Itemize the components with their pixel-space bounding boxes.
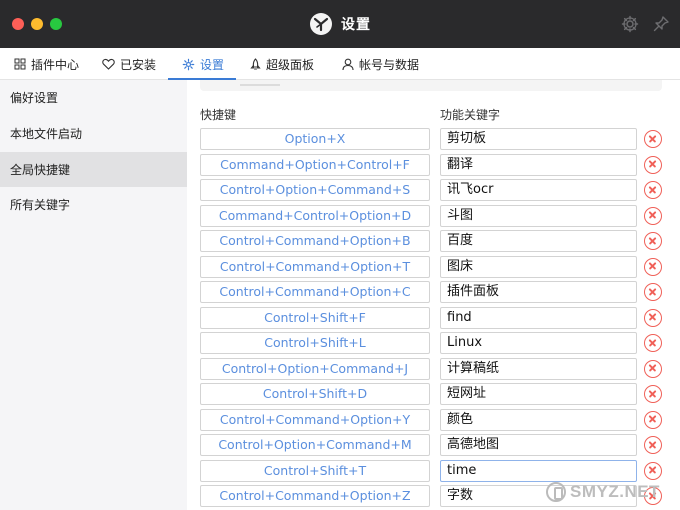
sidebar-item-preferences[interactable]: 偏好设置 bbox=[0, 80, 187, 115]
table-row: Control+Shift+F find bbox=[200, 306, 670, 329]
keyword-input[interactable]: 翻译 bbox=[440, 153, 637, 176]
shortcut-input[interactable]: Command+Option+Control+F bbox=[200, 153, 430, 176]
table-row: Control+Shift+D 短网址 bbox=[200, 383, 670, 405]
keyword-input[interactable]: find bbox=[440, 306, 637, 329]
window-title: 设置 bbox=[341, 17, 371, 33]
sidebar-item-local-file-launch[interactable]: 本地文件启动 bbox=[0, 116, 187, 151]
pin-icon[interactable] bbox=[651, 14, 671, 34]
delete-row-button[interactable] bbox=[644, 283, 662, 301]
shortcut-input[interactable]: Control+Shift+L bbox=[200, 332, 430, 354]
delete-row-button[interactable] bbox=[644, 130, 662, 148]
tab-label: 已安装 bbox=[120, 57, 157, 72]
delete-row-button[interactable] bbox=[644, 232, 662, 250]
table-row: Control+Command+Option+B 百度 bbox=[200, 230, 670, 252]
rocket-icon bbox=[250, 57, 261, 70]
tab-label: 插件中心 bbox=[31, 57, 80, 72]
keyword-input[interactable]: Linux bbox=[440, 332, 637, 354]
keyword-input[interactable]: 剪切板 bbox=[440, 128, 637, 150]
shortcut-input[interactable]: Command+Control+Option+D bbox=[200, 204, 430, 227]
delete-row-button[interactable] bbox=[644, 410, 662, 429]
sidebar-item-label: 全局快捷键 bbox=[10, 163, 71, 177]
watermark: SMYZ.NET bbox=[546, 478, 676, 506]
table-row: Command+Option+Control+F 翻译 bbox=[200, 153, 670, 176]
shortcut-input[interactable]: Control+Option+Command+J bbox=[200, 357, 430, 380]
tab-plugin-center[interactable]: 插件中心 bbox=[14, 48, 79, 80]
keyword-input[interactable]: 插件面板 bbox=[440, 281, 637, 303]
sidebar-item-label: 所有关键字 bbox=[10, 198, 71, 212]
title-bar: 设置 bbox=[0, 0, 680, 48]
shortcut-input[interactable]: Control+Command+Option+C bbox=[200, 281, 430, 303]
keyword-input[interactable]: 图床 bbox=[440, 255, 637, 278]
table-row: Control+Command+Option+C 插件面板 bbox=[200, 281, 670, 303]
minimize-window-button[interactable] bbox=[31, 18, 43, 30]
keyword-input[interactable]: 斗图 bbox=[440, 204, 637, 227]
shortcut-input[interactable]: Control+Command+Option+Z bbox=[200, 485, 430, 507]
sidebar: 偏好设置 本地文件启动 全局快捷键 所有关键字 bbox=[0, 80, 187, 510]
app-logo-icon bbox=[310, 13, 332, 35]
grid-icon bbox=[14, 58, 26, 70]
sidebar-item-global-shortcuts[interactable]: 全局快捷键 bbox=[0, 152, 187, 187]
heart-icon bbox=[102, 58, 115, 70]
shortcut-input[interactable]: Option+X bbox=[200, 128, 430, 150]
shortcut-input[interactable]: Control+Command+Option+B bbox=[200, 230, 430, 252]
delete-row-button[interactable] bbox=[644, 334, 662, 352]
close-window-button[interactable] bbox=[12, 18, 24, 30]
table-row: Control+Command+Option+T 图床 bbox=[200, 255, 670, 278]
table-row: Command+Control+Option+D 斗图 bbox=[200, 204, 670, 227]
tab-settings[interactable]: 设置 bbox=[182, 48, 224, 80]
keyword-input[interactable]: 颜色 bbox=[440, 408, 637, 431]
shortcut-input[interactable]: Control+Option+Command+S bbox=[200, 179, 430, 201]
table-row: Control+Shift+L Linux bbox=[200, 332, 670, 354]
table-row: Control+Option+Command+S 讯飞ocr bbox=[200, 179, 670, 201]
delete-row-button[interactable] bbox=[644, 436, 662, 454]
tab-super-panel[interactable]: 超级面板 bbox=[250, 48, 314, 80]
keyword-input[interactable]: 讯飞ocr bbox=[440, 179, 637, 201]
delete-row-button[interactable] bbox=[644, 308, 662, 327]
scrolled-header-remnant bbox=[240, 84, 280, 86]
sidebar-item-label: 偏好设置 bbox=[10, 91, 59, 105]
delete-row-button[interactable] bbox=[644, 257, 662, 276]
watermark-text: SMYZ.NET bbox=[570, 482, 660, 501]
keyword-input[interactable]: 短网址 bbox=[440, 383, 637, 405]
watermark-logo-icon bbox=[546, 482, 566, 502]
sidebar-item-all-keywords[interactable]: 所有关键字 bbox=[0, 187, 187, 222]
column-header-keyword: 功能关键字 bbox=[440, 108, 501, 122]
shortcut-input[interactable]: Control+Command+Option+T bbox=[200, 255, 430, 278]
delete-row-button[interactable] bbox=[644, 385, 662, 403]
zoom-window-button[interactable] bbox=[50, 18, 62, 30]
table-row: Control+Option+Command+J 计算稿纸 bbox=[200, 357, 670, 380]
keyword-input[interactable]: 高德地图 bbox=[440, 434, 637, 456]
keyword-input[interactable]: 百度 bbox=[440, 230, 637, 252]
shortcut-input[interactable]: Control+Shift+F bbox=[200, 306, 430, 329]
delete-row-button[interactable] bbox=[644, 461, 662, 480]
tab-label: 帐号与数据 bbox=[359, 57, 420, 72]
delete-row-button[interactable] bbox=[644, 206, 662, 225]
table-row: Control+Command+Option+Y 颜色 bbox=[200, 408, 670, 431]
shortcut-input[interactable]: Control+Option+Command+M bbox=[200, 434, 430, 456]
gear-icon bbox=[182, 58, 195, 70]
tab-account-data[interactable]: 帐号与数据 bbox=[342, 48, 419, 80]
sidebar-item-label: 本地文件启动 bbox=[10, 127, 83, 141]
delete-row-button[interactable] bbox=[644, 155, 662, 174]
shortcut-input[interactable]: Control+Shift+D bbox=[200, 383, 430, 405]
column-header-shortcut: 快捷键 bbox=[200, 108, 237, 122]
delete-row-button[interactable] bbox=[644, 181, 662, 199]
delete-row-button[interactable] bbox=[644, 359, 662, 378]
app-window: 设置 插件中心 已安装 设置 超级面板 帐号与数据 偏好设置 本地文件启动 全局… bbox=[0, 0, 680, 510]
user-icon bbox=[342, 58, 354, 70]
tab-label: 超级面板 bbox=[266, 57, 315, 72]
tab-bar: 插件中心 已安装 设置 超级面板 帐号与数据 bbox=[0, 48, 680, 80]
tab-installed[interactable]: 已安装 bbox=[102, 48, 156, 80]
shortcut-input[interactable]: Control+Shift+T bbox=[200, 459, 430, 482]
settings-gear-icon[interactable] bbox=[620, 14, 640, 34]
shortcut-input[interactable]: Control+Command+Option+Y bbox=[200, 408, 430, 431]
keyword-input[interactable]: 计算稿纸 bbox=[440, 357, 637, 380]
table-row: Control+Option+Command+M 高德地图 bbox=[200, 434, 670, 456]
tab-label: 设置 bbox=[200, 57, 225, 72]
table-row: Option+X 剪切板 bbox=[200, 128, 670, 150]
